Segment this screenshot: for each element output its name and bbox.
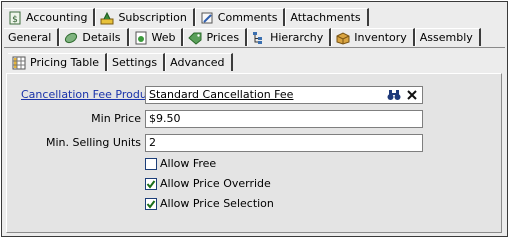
allow-free-label: Allow Free: [160, 157, 217, 170]
allow-price-override-checkbox[interactable]: [145, 177, 157, 190]
tab-comments[interactable]: Comments: [194, 8, 286, 26]
allow-price-override-row: Allow Price Override: [145, 177, 271, 190]
cancellation-fee-product-value: Standard Cancellation Fee: [149, 88, 294, 101]
min-selling-units-label: Min. Selling Units: [45, 136, 141, 149]
tab-details[interactable]: Details: [59, 28, 129, 46]
settings-panel: Cancellation Fee Product Standard Cancel…: [6, 73, 502, 233]
tab-label: Assembly: [419, 31, 473, 44]
min-price-input[interactable]: $9.50: [145, 110, 423, 128]
tab-subscription[interactable]: Subscription: [95, 8, 195, 26]
tab-accounting[interactable]: $ Accounting: [4, 8, 96, 26]
hierarchy-icon: [252, 31, 266, 45]
tab-hierarchy[interactable]: Hierarchy: [247, 28, 332, 46]
comments-icon: [200, 11, 214, 25]
tab-label: Comments: [217, 11, 278, 24]
tab-web[interactable]: Web: [128, 28, 184, 46]
tab-inventory[interactable]: Inventory: [331, 28, 415, 46]
tab-settings[interactable]: Settings: [107, 53, 166, 71]
binoculars-icon[interactable]: [385, 87, 403, 103]
allow-free-row: Allow Free: [145, 157, 216, 170]
tab-attachments[interactable]: Attachments: [285, 8, 369, 26]
accounting-icon: $: [8, 11, 22, 25]
cancellation-fee-product-link[interactable]: Cancellation Fee Product: [21, 88, 157, 101]
tab-pricing-table[interactable]: Pricing Table: [8, 53, 108, 71]
details-icon: [64, 31, 78, 45]
tab-label: Prices: [206, 31, 240, 44]
tab-divider: [4, 47, 505, 48]
tab-label: Accounting: [26, 11, 88, 24]
min-selling-units-input[interactable]: 2: [145, 134, 423, 152]
tab-label: Pricing Table: [30, 56, 100, 69]
tab-label: Web: [151, 31, 176, 44]
pricing-table-icon: [12, 56, 26, 70]
allow-price-selection-row: Allow Price Selection: [145, 197, 274, 210]
tab-label: Attachments: [290, 11, 361, 24]
allow-price-selection-label: Allow Price Selection: [160, 197, 274, 210]
tab-general[interactable]: General: [4, 28, 60, 46]
tab-advanced[interactable]: Advanced: [165, 53, 233, 71]
prices-icon: [188, 31, 202, 45]
clear-icon[interactable]: [403, 87, 421, 103]
subtab-row: Pricing Table Settings Advanced: [8, 51, 233, 71]
tab-row-middle: General Details Web Prices Hierarchy Inv…: [4, 26, 481, 46]
tab-label: Settings: [112, 56, 158, 69]
tab-row-top: $ Accounting Subscription Comments Attac…: [4, 6, 369, 26]
allow-free-checkbox[interactable]: [145, 157, 157, 170]
min-price-label: Min Price: [91, 112, 141, 125]
tab-label: Inventory: [354, 31, 407, 44]
tab-label: Hierarchy: [270, 31, 324, 44]
tab-label: Details: [82, 31, 121, 44]
tab-label: General: [8, 31, 52, 44]
subscription-icon: [100, 11, 114, 25]
tab-assembly[interactable]: Assembly: [414, 28, 481, 46]
allow-price-selection-checkbox[interactable]: [145, 197, 157, 210]
inventory-icon: [336, 31, 350, 45]
tab-label: Advanced: [170, 56, 225, 69]
svg-text:$: $: [12, 15, 18, 25]
cancellation-fee-product-field[interactable]: Standard Cancellation Fee: [145, 86, 423, 104]
web-icon: [134, 31, 148, 45]
allow-price-override-label: Allow Price Override: [160, 177, 271, 190]
tab-prices[interactable]: Prices: [183, 28, 248, 46]
tab-label: Subscription: [118, 11, 187, 24]
product-window: $ Accounting Subscription Comments Attac…: [1, 1, 508, 237]
